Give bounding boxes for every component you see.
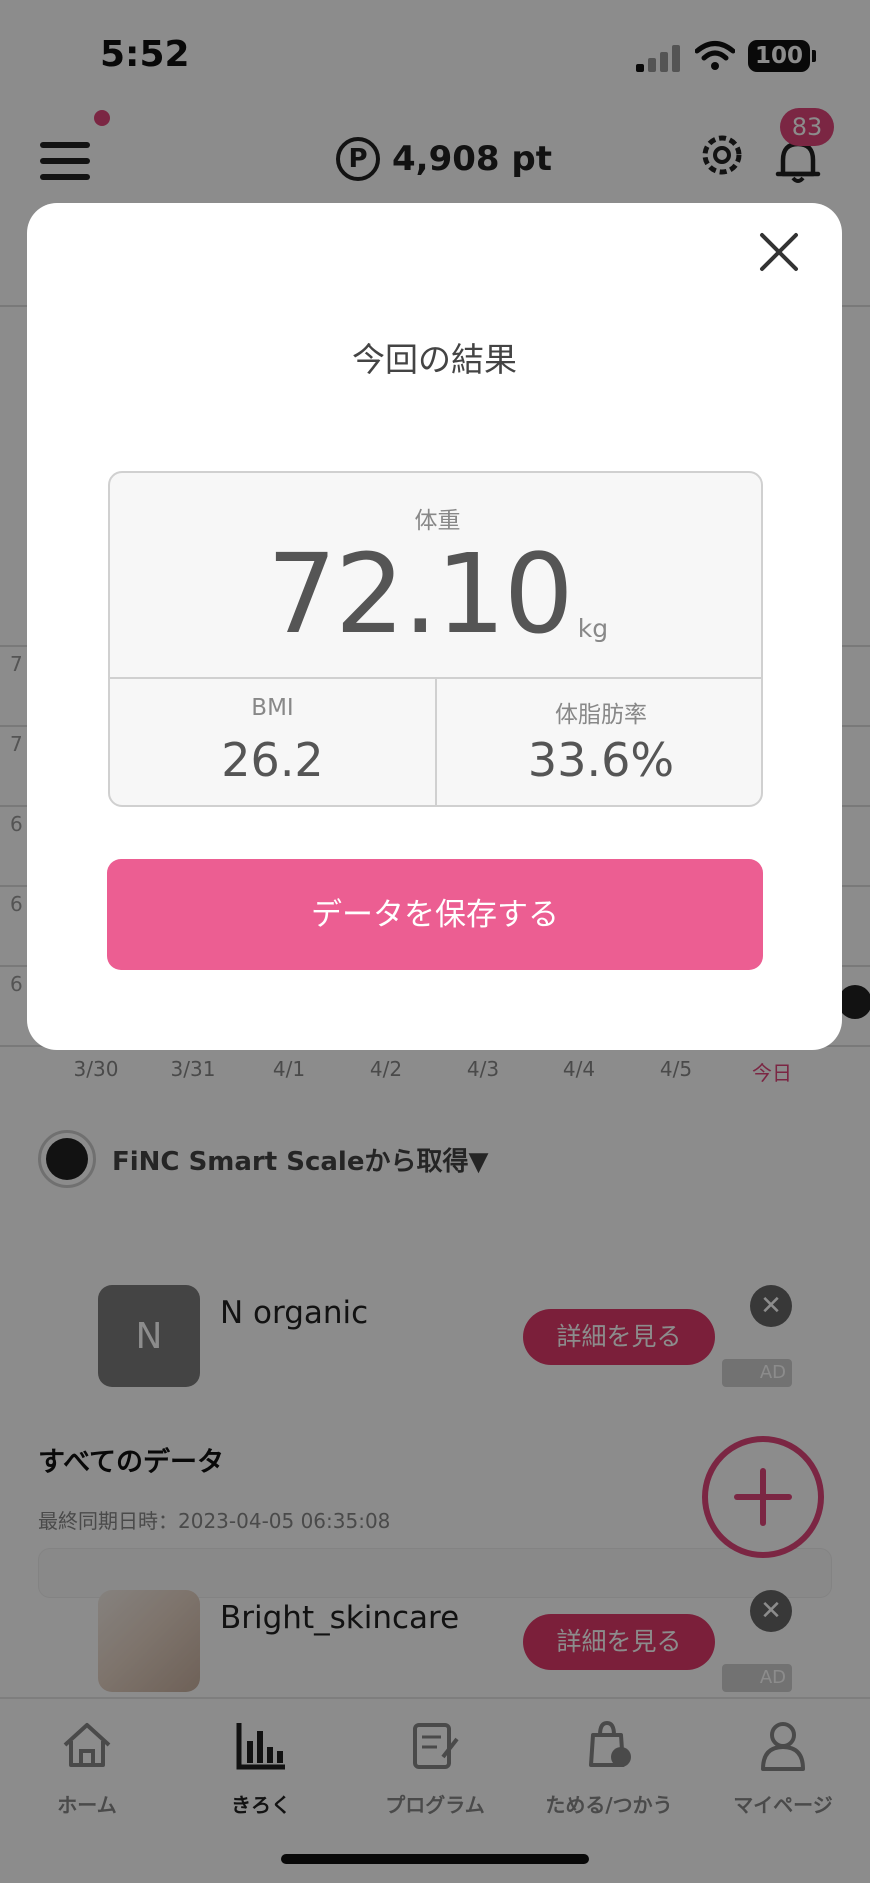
weight-value: 72.10: [266, 530, 574, 658]
bmi-label: BMI: [251, 695, 294, 721]
body-fat-label: 体脂肪率: [555, 702, 647, 728]
bmi-value: 26.2: [221, 733, 324, 787]
save-data-button[interactable]: データを保存する: [107, 859, 763, 970]
weight-section: 体重 72.10 kg: [110, 473, 761, 679]
modal-title: 今回の結果: [352, 340, 517, 379]
result-modal: 今回の結果 体重 72.10 kg BMI 26.2 体脂肪率 33.6% デー…: [27, 203, 842, 1050]
bmi-section: BMI 26.2: [110, 679, 437, 805]
weight-unit: kg: [577, 614, 609, 643]
body-fat-value: 33.6%: [527, 733, 675, 787]
close-icon[interactable]: [757, 230, 801, 274]
body-fat-section: 体脂肪率 33.6%: [437, 679, 761, 805]
result-card: 体重 72.10 kg BMI 26.2 体脂肪率 33.6%: [108, 471, 763, 807]
